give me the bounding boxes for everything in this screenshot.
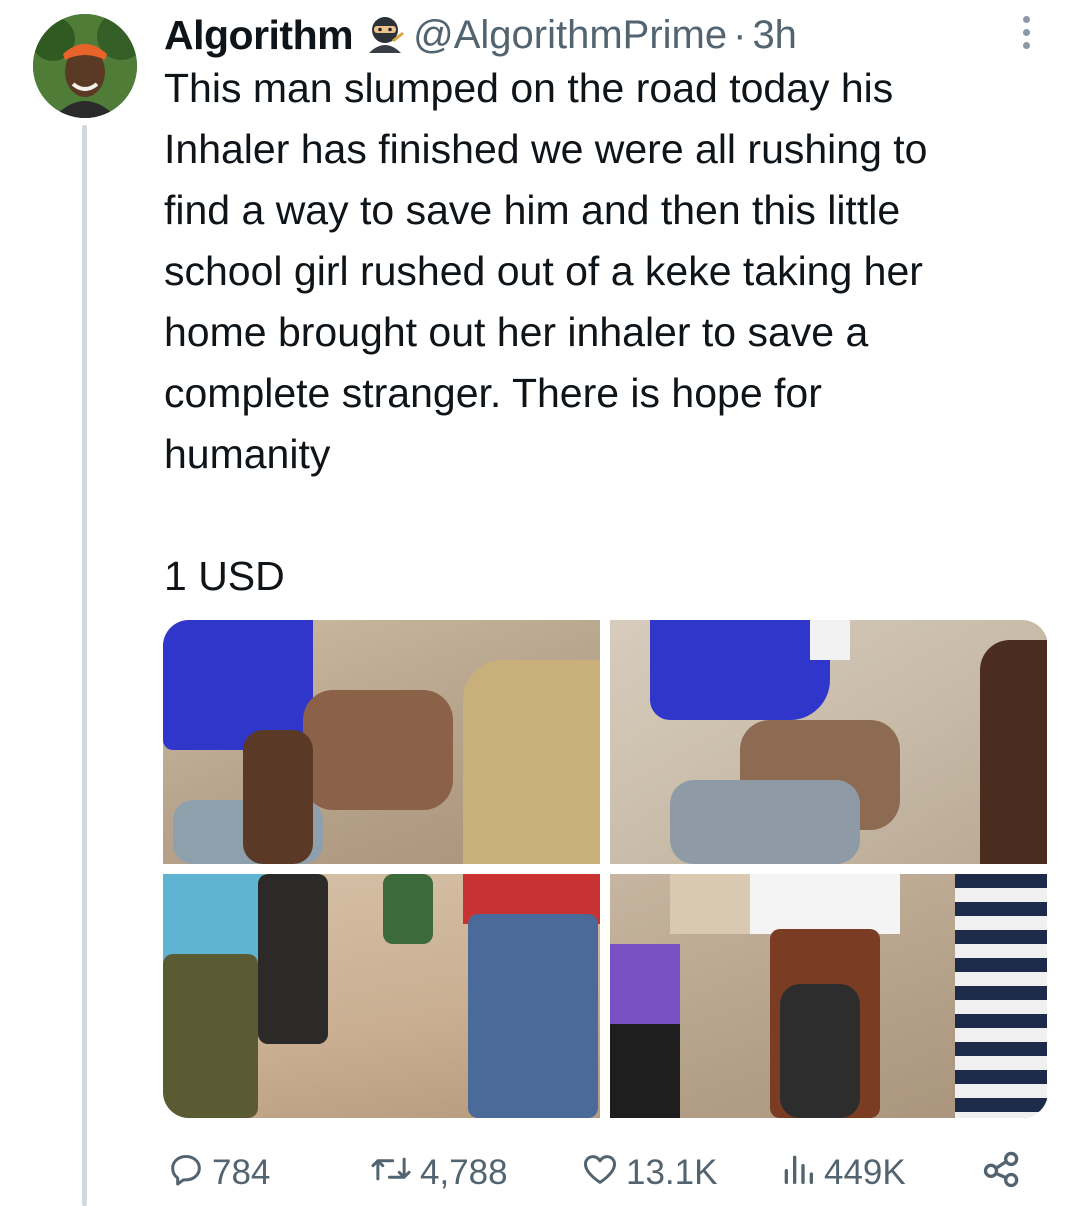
tweet-text: This man slumped on the road today his I… xyxy=(164,65,928,477)
share-icon xyxy=(980,1147,1030,1200)
media-grid xyxy=(163,620,1048,1118)
tweet-time[interactable]: 3h xyxy=(752,13,797,58)
like-icon xyxy=(580,1149,626,1198)
more-options-icon[interactable] xyxy=(1014,16,1038,56)
photo-top-left[interactable] xyxy=(163,620,600,864)
retweet-count: 4,788 xyxy=(420,1153,508,1192)
views-count: 449K xyxy=(824,1153,906,1192)
avatar[interactable] xyxy=(33,14,137,118)
reply-icon xyxy=(166,1149,212,1198)
ninja-emoji-icon xyxy=(363,13,407,57)
retweet-icon xyxy=(368,1149,420,1198)
photo-bottom-right[interactable] xyxy=(610,874,1047,1118)
retweet-button[interactable]: 4,788 xyxy=(368,1145,508,1201)
action-bar: 784 4,788 13.1K 449K xyxy=(166,1145,1046,1201)
like-button[interactable]: 13.1K xyxy=(580,1145,717,1201)
like-count: 13.1K xyxy=(626,1153,718,1192)
avatar-photo xyxy=(33,14,137,118)
separator-dot: · xyxy=(733,12,747,57)
photo-bottom-left[interactable] xyxy=(163,874,600,1118)
thread-line xyxy=(82,125,87,1206)
author-handle[interactable]: @AlgorithmPrime xyxy=(413,13,727,58)
tip-amount: 1 USD xyxy=(164,553,285,599)
photo-top-right[interactable] xyxy=(610,620,1047,864)
tweet-header: Algorithm @AlgorithmPrime · 3h xyxy=(164,10,797,60)
author-name[interactable]: Algorithm xyxy=(164,12,354,59)
views-button[interactable]: 449K xyxy=(778,1145,906,1201)
reply-button[interactable]: 784 xyxy=(166,1145,270,1201)
reply-count: 784 xyxy=(212,1153,271,1192)
views-icon xyxy=(778,1149,824,1198)
share-button[interactable] xyxy=(980,1145,1030,1201)
